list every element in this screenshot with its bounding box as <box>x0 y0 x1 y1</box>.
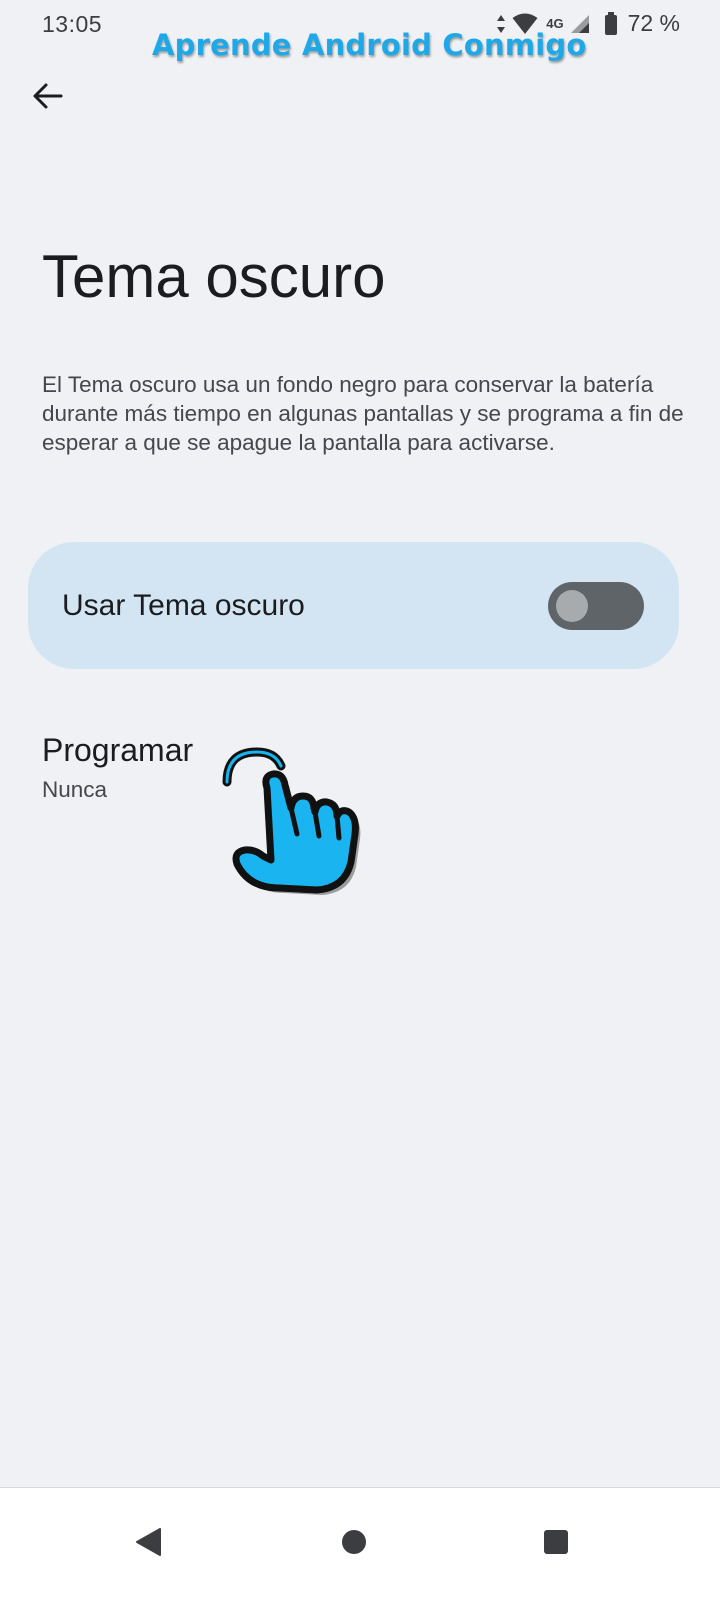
schedule-label: Programar <box>42 732 194 768</box>
battery-percent: 72 % <box>627 10 680 36</box>
schedule-value: Nunca <box>42 777 108 802</box>
use-dark-theme-label: Usar Tema oscuro <box>62 589 305 622</box>
back-button[interactable] <box>24 72 72 120</box>
use-dark-theme-setting[interactable]: Usar Tema oscuro <box>28 542 679 669</box>
toggle-knob <box>556 590 588 622</box>
navigation-bar <box>0 1487 720 1600</box>
page-description: El Tema oscuro usa un fondo negro para c… <box>42 372 684 455</box>
watermark-text: Aprende Android Conmigo <box>152 28 587 62</box>
battery-icon <box>604 11 618 36</box>
back-triangle-icon <box>136 1528 161 1556</box>
nav-recents-button[interactable] <box>524 1510 588 1574</box>
dark-theme-toggle[interactable] <box>548 582 644 630</box>
page-title: Tema oscuro <box>42 243 386 310</box>
nav-home-button[interactable] <box>322 1510 386 1574</box>
recents-square-icon <box>544 1530 568 1554</box>
arrow-left-icon <box>33 83 63 109</box>
tap-hand-icon <box>222 747 361 895</box>
status-time: 13:05 <box>42 11 103 37</box>
nav-back-button[interactable] <box>116 1510 180 1574</box>
home-circle-icon <box>342 1530 366 1554</box>
